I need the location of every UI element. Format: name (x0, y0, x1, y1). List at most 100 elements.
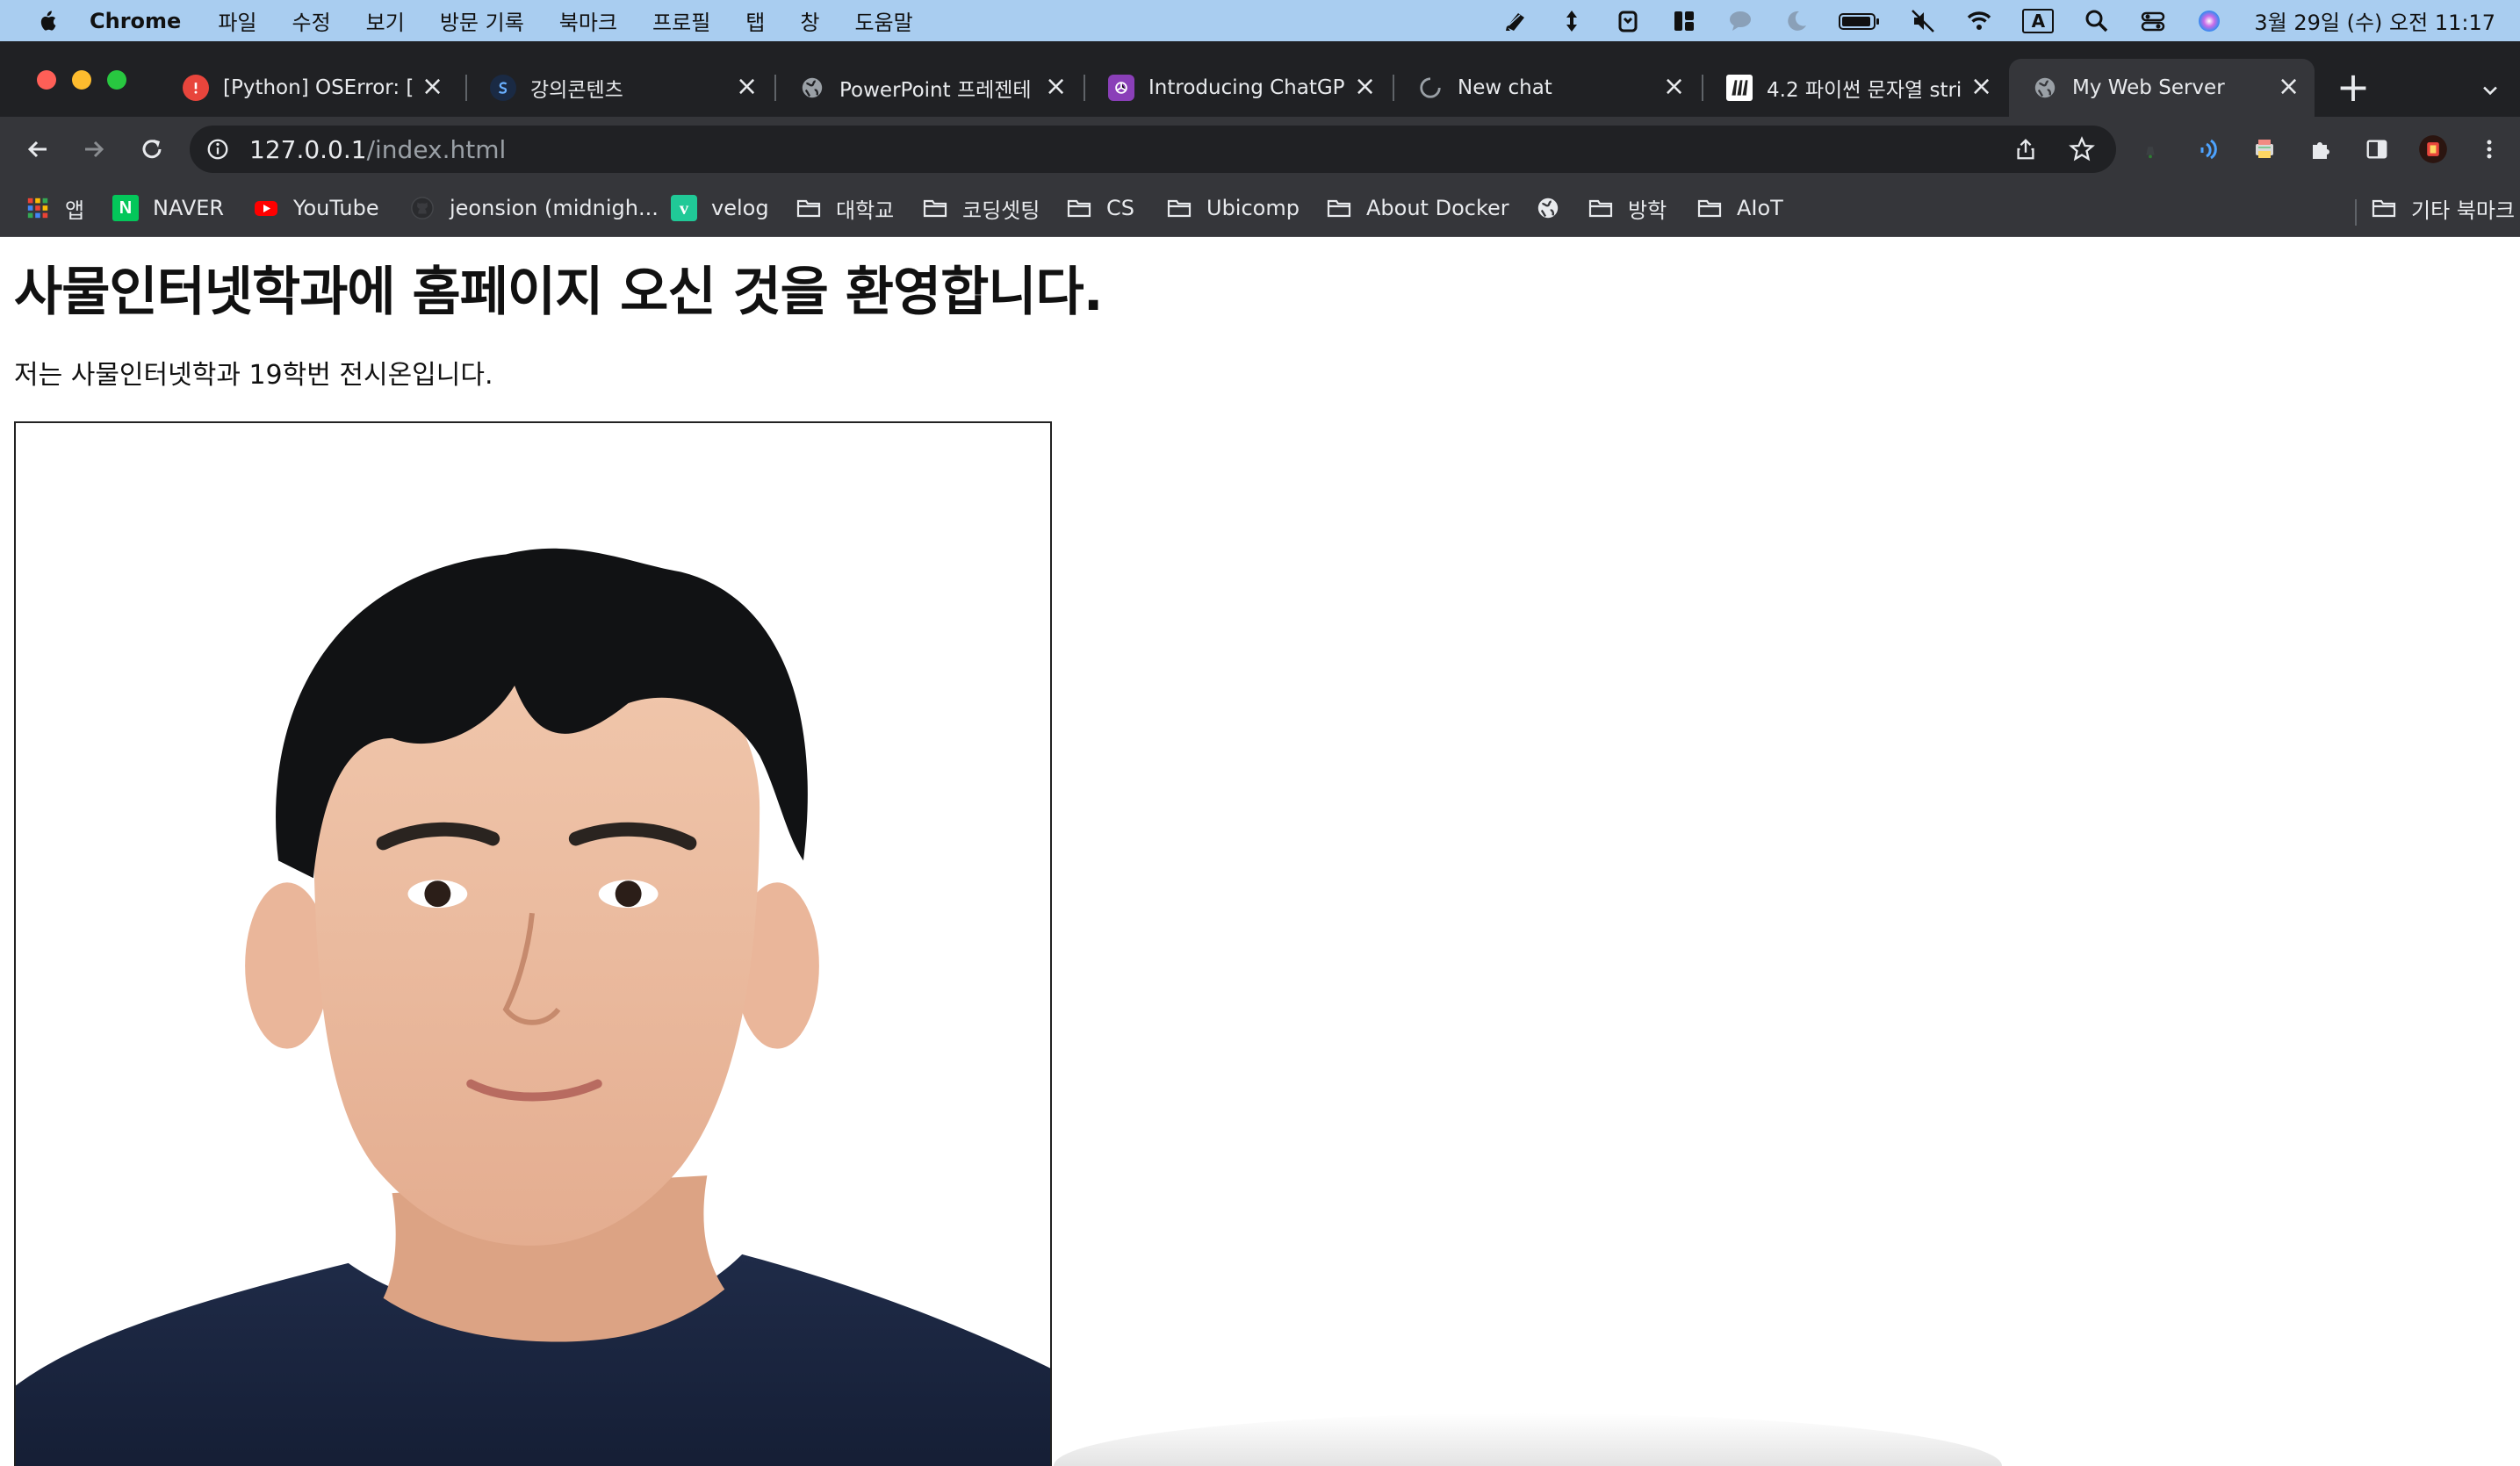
bookmark-apps[interactable]: 앱 (25, 190, 84, 226)
extensions-puzzle-icon[interactable] (2300, 129, 2341, 169)
tab-new-chat[interactable]: New chat × (1394, 59, 1700, 117)
tab-python-string[interactable]: 4.2 파이썬 문자열 stri × (1703, 59, 2007, 117)
tab-title: 강의콘텐츠 (530, 79, 623, 102)
moon-icon[interactable] (1782, 6, 1811, 36)
tab-powerpoint[interactable]: PowerPoint 프레젠테 × (776, 59, 1082, 117)
pen-icon[interactable] (1501, 6, 1530, 36)
chat-icon[interactable] (1725, 6, 1755, 36)
menu-view[interactable]: 보기 (366, 5, 405, 36)
site-info-icon[interactable] (205, 137, 230, 162)
tab-close-icon[interactable]: × (421, 74, 443, 100)
menu-window[interactable]: 창 (800, 5, 819, 36)
tab-close-icon[interactable]: × (1663, 74, 1685, 100)
close-window-button[interactable] (37, 70, 56, 90)
bookmark-label: Ubicomp (1206, 196, 1300, 220)
read-aloud-extension-icon[interactable] (2188, 129, 2228, 169)
tab-python-oserror[interactable]: [Python] OSError: [ × (160, 59, 458, 117)
control-center-icon[interactable] (2138, 6, 2168, 36)
page-paragraph: 저는 사물인터넷학과 19학번 전시온입니다. (14, 360, 493, 391)
menu-edit[interactable]: 수정 (292, 5, 330, 36)
bookmark-folder-coding-setup[interactable]: 코딩셋팅 (922, 190, 1040, 226)
bookmark-folder-other[interactable]: 기타 북마크 (2371, 190, 2515, 226)
profile-avatar[interactable] (2413, 129, 2453, 169)
tab-close-icon[interactable]: × (1970, 74, 1992, 100)
menu-profiles[interactable]: 프로필 (652, 5, 710, 36)
tab-search-chevron-down-icon[interactable] (2474, 75, 2506, 106)
bookmark-folder-university[interactable]: 대학교 (796, 190, 894, 226)
search-icon[interactable] (2082, 6, 2112, 36)
bookmark-folder-about-docker[interactable]: About Docker (1326, 190, 1509, 226)
bookmark-label: NAVER (153, 196, 225, 220)
lms-icon (490, 75, 516, 101)
menu-bookmarks[interactable]: 북마크 (559, 5, 617, 36)
new-tab-button[interactable]: + (2336, 67, 2371, 107)
address-bar[interactable]: 127.0.0.1/index.html (190, 126, 2116, 173)
url-text[interactable]: 127.0.0.1/index.html (249, 135, 506, 164)
tab-close-icon[interactable]: × (2278, 74, 2300, 100)
printer-extension-icon[interactable] (2244, 129, 2285, 169)
input-source-label: A (2022, 8, 2055, 33)
forward-button[interactable] (74, 129, 114, 169)
layout-icon[interactable] (1669, 6, 1699, 36)
minimize-window-button[interactable] (72, 70, 91, 90)
input-source-icon[interactable]: A (2020, 6, 2056, 36)
zoom-window-button[interactable] (107, 70, 126, 90)
clipboard-icon[interactable] (1613, 6, 1643, 36)
bookmark-folder-ubicomp[interactable]: Ubicomp (1166, 190, 1300, 226)
bookmark-label: AIoT (1737, 196, 1783, 220)
tab-my-web-server[interactable]: My Web Server × (2009, 59, 2315, 117)
tab-title: New chat (1458, 76, 1552, 99)
folder-icon (796, 195, 822, 221)
menu-history[interactable]: 방문 기록 (440, 5, 524, 36)
bookmark-youtube[interactable]: YouTube (253, 190, 379, 226)
tab-title: PowerPoint 프레젠테 (839, 79, 1032, 102)
bookmark-naver[interactable]: N NAVER (112, 190, 224, 226)
folder-icon (922, 195, 948, 221)
reload-icon (142, 140, 162, 159)
extension-dot-icon[interactable] (2130, 129, 2171, 169)
back-arrow-icon (27, 140, 47, 158)
bookmark-label: YouTube (293, 196, 379, 220)
tab-lecture-content[interactable]: 강의콘텐츠 × (467, 59, 773, 117)
menu-file[interactable]: 파일 (218, 5, 256, 36)
tab-title: 4.2 파이썬 문자열 stri (1767, 79, 1962, 102)
bookmark-github-jeonsion[interactable]: jeonsion (midnigh... (409, 190, 659, 226)
mute-icon[interactable] (1908, 6, 1938, 36)
tab-title: Introducing ChatGP (1148, 76, 1345, 99)
bookmark-globe[interactable] (1535, 190, 1575, 226)
bookmark-folder-aiot[interactable]: AIoT (1696, 190, 1783, 226)
arrows-icon[interactable] (1557, 6, 1587, 36)
bookmark-star-icon[interactable] (2065, 133, 2099, 166)
loading-icon (1417, 75, 1444, 101)
tab-close-icon[interactable]: × (736, 74, 758, 100)
bookmark-folder-cs[interactable]: CS (1066, 190, 1134, 226)
page-heading: 사물인터넷학과에 홈페이지 오신 것을 환영합니다. (14, 262, 1104, 323)
side-panel-icon[interactable] (2357, 129, 2397, 169)
battery-icon[interactable] (1838, 6, 1882, 36)
bookmark-velog[interactable]: v velog (671, 190, 769, 226)
apple-logo-icon[interactable] (33, 6, 60, 36)
tab-close-icon[interactable]: × (1354, 74, 1376, 100)
tab-close-icon[interactable]: × (1045, 74, 1067, 100)
menubar-clock[interactable]: 3월 29일 (수) 오전 11:17 (2254, 5, 2495, 36)
bookmark-label: jeonsion (midnigh... (450, 196, 659, 220)
tab-introducing-chatgpt[interactable]: Introducing ChatGP × (1085, 59, 1391, 117)
tab-title: My Web Server (2072, 76, 2225, 99)
menu-app-chrome[interactable]: Chrome (90, 9, 181, 33)
bookmark-label: 대학교 (836, 198, 895, 223)
chrome-menu-kebab-icon[interactable] (2469, 129, 2509, 169)
wifi-icon[interactable] (1964, 6, 1994, 36)
url-path: /index.html (366, 135, 507, 164)
bookmark-label: 앱 (65, 198, 85, 223)
python-error-icon (183, 75, 209, 101)
tab-title: [Python] OSError: [ (223, 76, 413, 99)
back-button[interactable] (18, 129, 58, 169)
reload-button[interactable] (132, 129, 172, 169)
menu-help[interactable]: 도움말 (854, 5, 912, 36)
folder-icon (1588, 195, 1614, 221)
menu-tab[interactable]: 탭 (745, 5, 765, 36)
siri-icon[interactable] (2194, 6, 2224, 36)
bookmark-folder-vacation[interactable]: 방학 (1588, 190, 1667, 226)
window-controls (37, 70, 142, 90)
share-icon[interactable] (2009, 133, 2042, 166)
